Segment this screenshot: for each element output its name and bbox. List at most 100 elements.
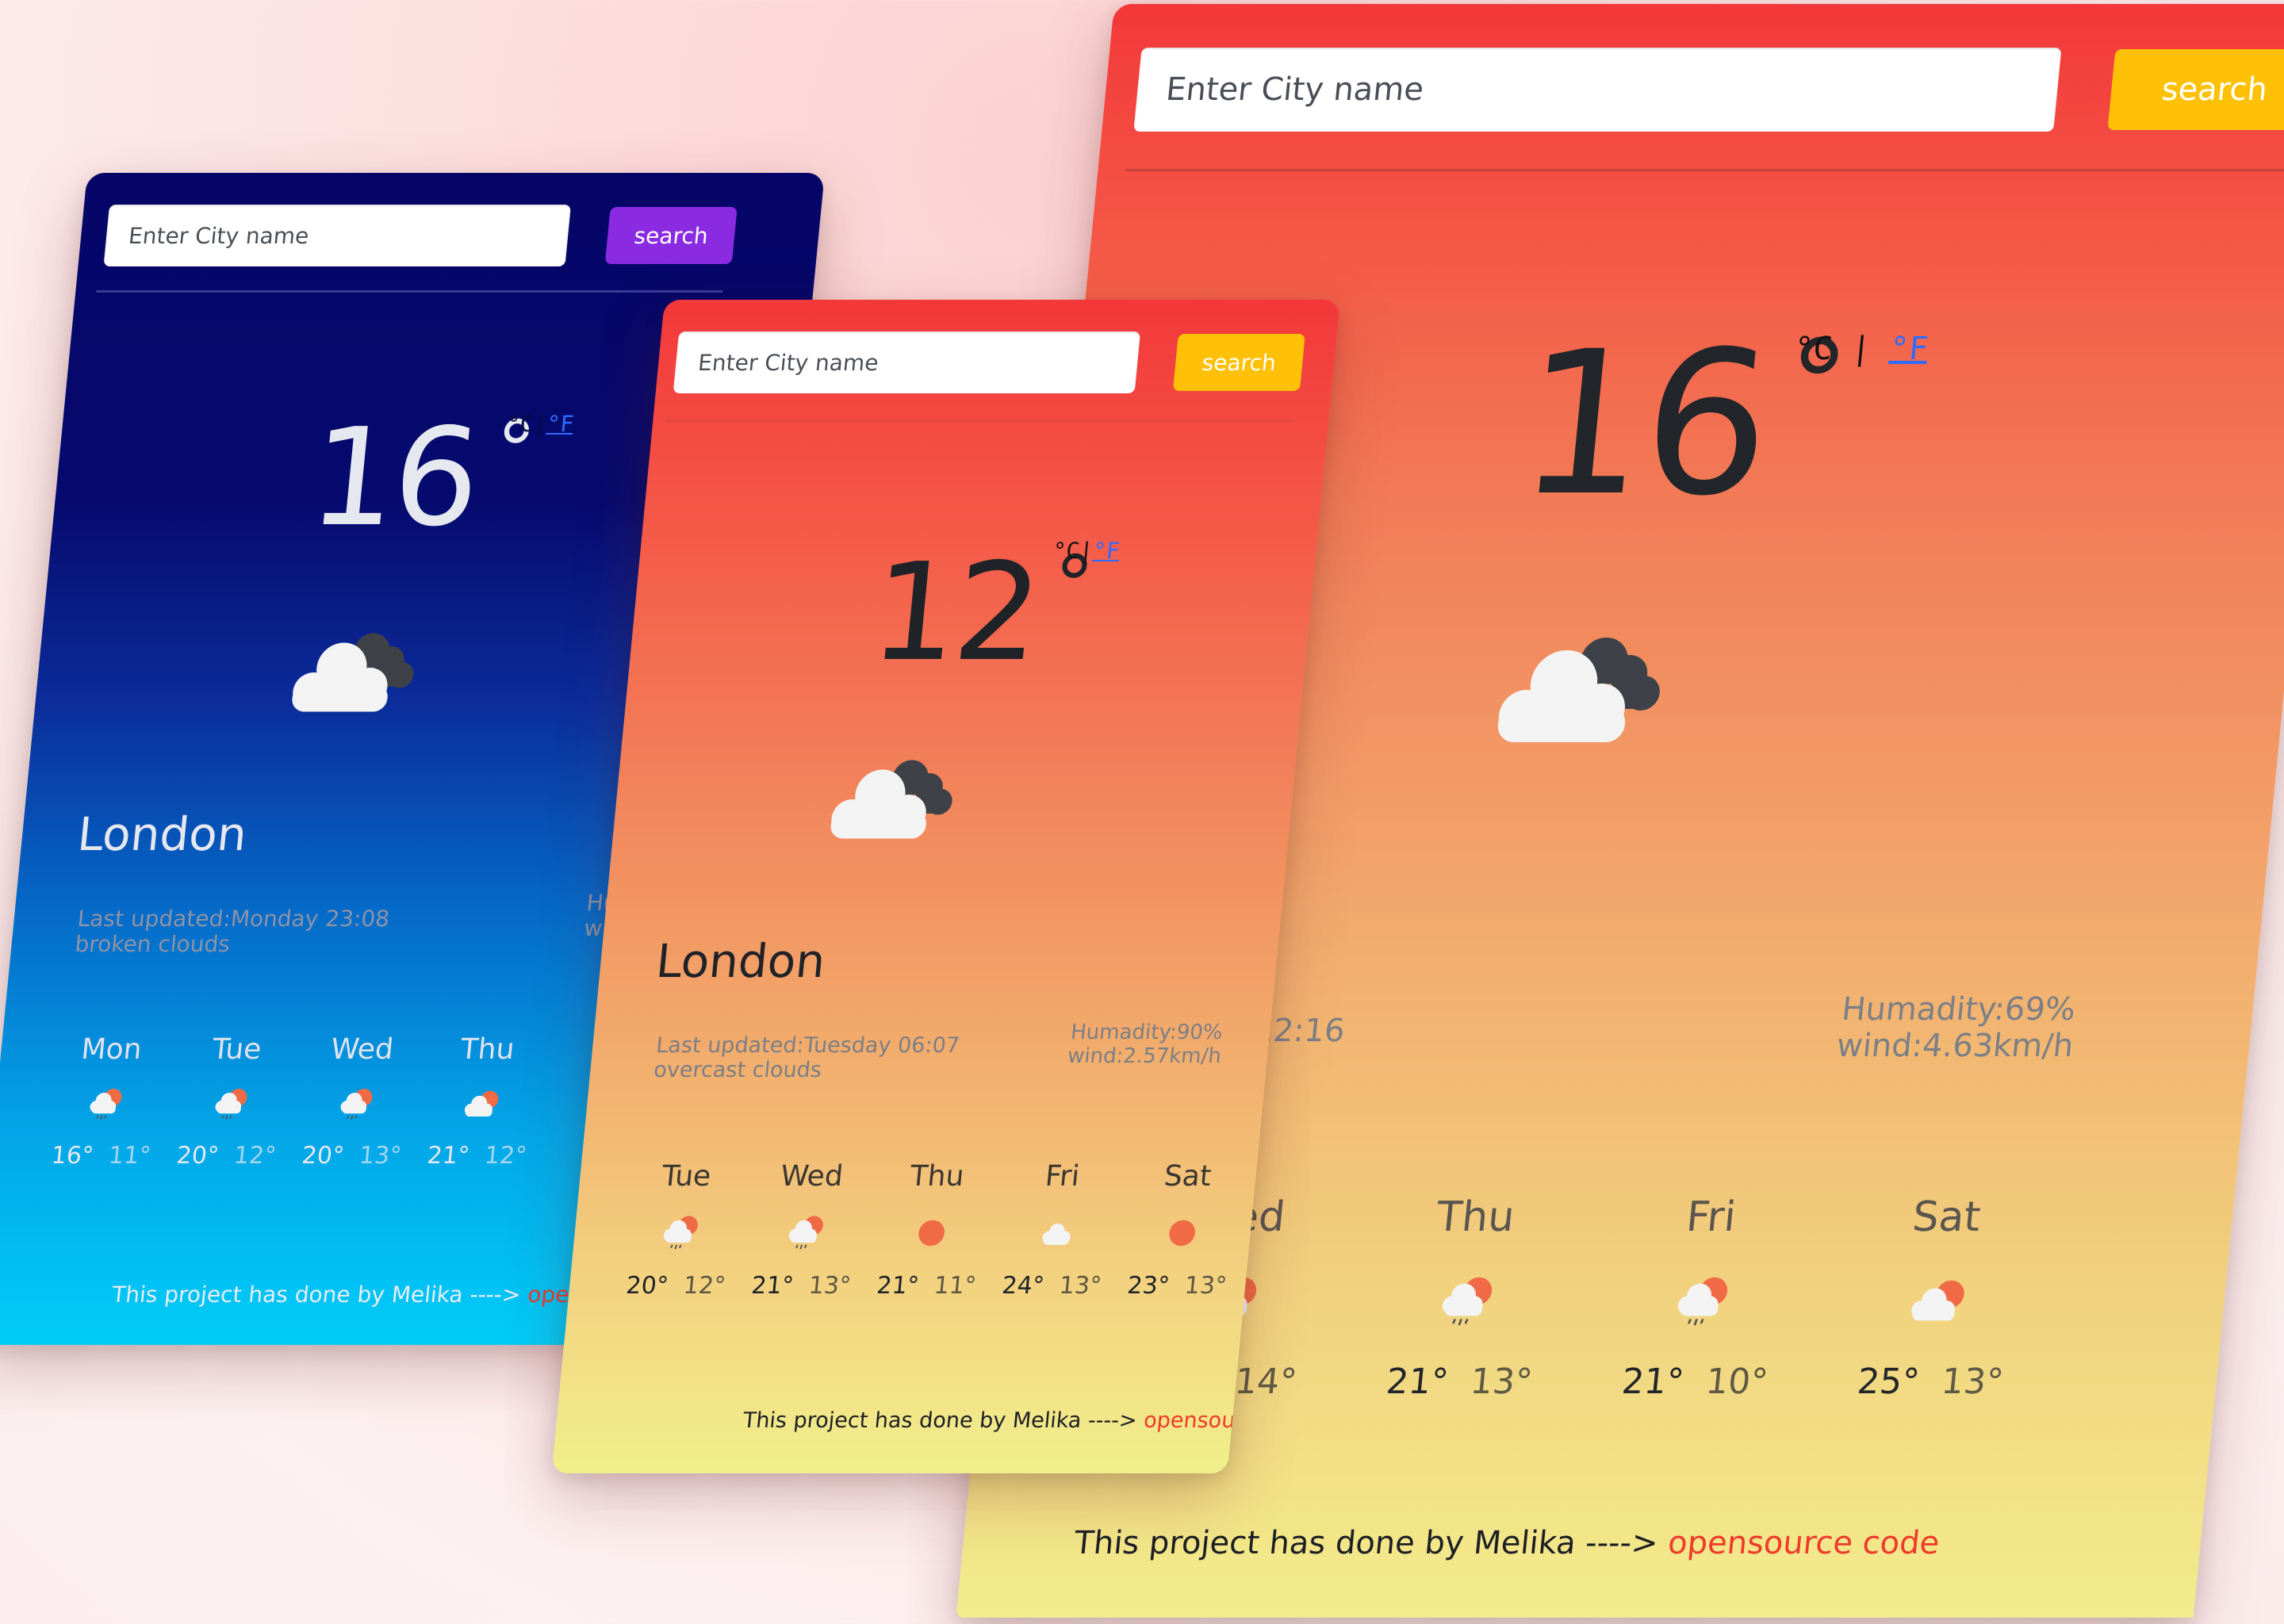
humidity-text: Humadity:90% — [1069, 1021, 1224, 1044]
last-updated: Last updated:Tuesday 06:07 overcast clou… — [653, 1033, 960, 1082]
forecast-day: Thu 21° 11° — [863, 1160, 1002, 1300]
rain-sun-cloud-icon — [335, 1085, 378, 1124]
forecast-day: Tue 20° 12° — [612, 1160, 751, 1300]
temperature-value: 12 — [864, 534, 1045, 691]
weather-card-light: search 12° °C|°F London Last updated:Tue… — [551, 300, 1340, 1473]
forecast-low: 12° — [483, 1142, 528, 1170]
forecast-temps: 21° 11° — [876, 1272, 978, 1300]
last-updated-text: Last updated:Tuesday 06:07 — [654, 1033, 961, 1058]
fahrenheit-link[interactable]: °F — [1888, 331, 1930, 367]
last-updated: Last updated:Monday 23:08 broken clouds — [74, 906, 391, 957]
forecast-day-name: Fri — [1044, 1160, 1081, 1193]
forecast-day: Wed 21° 13° — [738, 1160, 876, 1300]
weather-description: overcast clouds — [652, 1058, 823, 1083]
forecast-high: 25° — [1855, 1362, 1922, 1402]
forecast-high: 21° — [749, 1272, 795, 1300]
cloud-icon — [1033, 1212, 1080, 1254]
unit-separator: | — [1849, 331, 1872, 367]
forecast-low: 11° — [933, 1272, 978, 1300]
header-divider — [96, 290, 723, 293]
search-bar: search — [1133, 48, 2284, 132]
broken-clouds-icon — [279, 625, 431, 720]
forecast-low: 10° — [1703, 1362, 1770, 1402]
forecast-low: 13° — [1468, 1362, 1535, 1402]
city-search-input[interactable] — [673, 331, 1141, 393]
search-button[interactable]: search — [604, 207, 738, 264]
forecast-low: 12° — [232, 1142, 278, 1170]
city-search-input[interactable] — [1133, 48, 2062, 132]
city-name: London — [653, 934, 828, 988]
forecast-day-name: Thu — [908, 1160, 966, 1193]
forecast-list: Mon 16° 11° Tue 20° 12° Wed 20° 13° Thu 21° 12° — [37, 1033, 552, 1170]
temperature-value: 16 — [303, 400, 485, 557]
unit-toggle: °C|°F — [505, 411, 575, 437]
forecast-low: 14° — [1232, 1362, 1299, 1402]
celsius-unit: °C — [1051, 538, 1081, 564]
rain-sun-cloud-icon — [657, 1212, 704, 1254]
forecast-list: Tue 20° 12° Wed 21° 13° Thu 21° 11° Fri 24° 13°… — [612, 1160, 1252, 1300]
forecast-high: 21° — [875, 1272, 921, 1300]
celsius-unit: °C — [505, 411, 535, 437]
forecast-temps: 21° 12° — [426, 1142, 528, 1170]
forecast-high: 21° — [1619, 1362, 1686, 1402]
forecast-low: 13° — [1939, 1362, 2006, 1402]
forecast-low: 13° — [358, 1142, 403, 1170]
fahrenheit-link[interactable]: °F — [1092, 538, 1121, 564]
city-search-input[interactable] — [103, 205, 572, 266]
forecast-temps: 20° 12° — [625, 1272, 727, 1300]
humidity-wind: Humadity:90% wind:2.57km/h — [1067, 1021, 1225, 1069]
forecast-high: 23° — [1125, 1272, 1171, 1300]
celsius-unit: °C — [1792, 331, 1834, 367]
forecast-high: 24° — [1000, 1272, 1046, 1300]
unit-toggle: °C|°F — [1052, 538, 1121, 564]
forecast-day-name: Fri — [1684, 1193, 1738, 1241]
forecast-temps: 23° 13° — [1126, 1272, 1228, 1300]
search-bar: search — [103, 205, 822, 266]
footer-text: This project has done by Melika ----> — [110, 1281, 523, 1308]
wind-text: wind:2.57km/h — [1066, 1044, 1223, 1068]
footer: This project has done by Melika ----> op… — [111, 1281, 633, 1308]
forecast-temps: 21° 10° — [1620, 1362, 1770, 1402]
rain-sun-cloud-icon — [84, 1085, 128, 1124]
forecast-day: Fri 24° 13° — [988, 1160, 1127, 1300]
search-button[interactable]: search — [2107, 49, 2284, 130]
forecast-day-name: Mon — [79, 1033, 144, 1066]
current-temperature: 12° — [864, 534, 1094, 691]
search-button[interactable]: search — [1172, 334, 1305, 391]
forecast-low: 11° — [107, 1142, 152, 1170]
forecast-day-name: Sat — [1910, 1193, 1983, 1241]
city-name: London — [75, 807, 250, 861]
forecast-temps: 24° 13° — [1001, 1272, 1103, 1300]
forecast-day: Wed 20° 13° — [288, 1033, 427, 1170]
opensource-link[interactable]: opensource code — [1666, 1525, 1941, 1561]
forecast-high: 20° — [301, 1142, 346, 1170]
forecast-day: Thu 21° 12° — [413, 1033, 552, 1170]
forecast-temps: 16° 11° — [50, 1142, 152, 1170]
forecast-high: 21° — [1384, 1362, 1450, 1402]
broken-clouds-icon — [818, 752, 971, 847]
sun-cloud-icon — [1904, 1271, 1972, 1333]
forecast-day: Sat 23° 13° — [1113, 1160, 1252, 1300]
forecast-day: Sat 25° 13° — [1811, 1193, 2067, 1402]
sun-icon — [908, 1212, 955, 1254]
forecast-temps: 20° 12° — [175, 1142, 278, 1170]
footer-text: This project has done by Melika ----> — [742, 1408, 1139, 1433]
forecast-day-name: Thu — [458, 1033, 516, 1066]
fahrenheit-link[interactable]: °F — [546, 411, 575, 437]
rain-sun-cloud-icon — [209, 1085, 253, 1124]
forecast-day-name: Tue — [210, 1033, 263, 1066]
forecast-day: Tue 20° 12° — [163, 1033, 301, 1170]
weather-description: broken clouds — [74, 931, 232, 958]
forecast-temps: 21° 13° — [1385, 1362, 1535, 1402]
rain-sun-cloud-icon — [1669, 1271, 1737, 1333]
forecast-day-name: Wed — [779, 1160, 845, 1193]
forecast-day: Fri 21° 10° — [1575, 1193, 1831, 1402]
unit-toggle: °C | °F — [1792, 331, 1930, 367]
forecast-low: 12° — [682, 1272, 727, 1300]
forecast-day: Mon 16° 11° — [37, 1033, 176, 1170]
forecast-low: 13° — [807, 1272, 853, 1300]
footer: This project has done by Melika ----> op… — [1072, 1525, 1941, 1561]
sun-cloud-icon — [460, 1085, 504, 1124]
sun-icon — [1159, 1212, 1205, 1254]
forecast-high: 21° — [426, 1142, 471, 1170]
